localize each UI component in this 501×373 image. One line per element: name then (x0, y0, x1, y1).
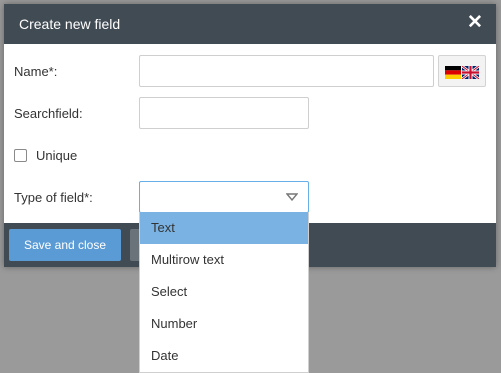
close-icon[interactable]: ✕ (464, 12, 486, 34)
dialog-title: Create new field (19, 16, 121, 32)
unique-label: Unique (36, 148, 78, 163)
language-toggle-button[interactable] (438, 55, 486, 87)
option-text[interactable]: Text (140, 212, 308, 244)
type-of-field-label: Type of field*: (14, 190, 93, 205)
save-and-close-button[interactable]: Save and close (9, 229, 121, 261)
searchfield-label: Searchfield: (14, 106, 83, 121)
type-of-field-dropdown: Text Multirow text Select Number Date (139, 212, 309, 373)
name-label: Name*: (14, 64, 58, 79)
searchfield-input[interactable] (139, 97, 309, 129)
unique-checkbox[interactable] (14, 149, 27, 162)
name-input[interactable] (139, 55, 434, 87)
chevron-down-icon (286, 193, 298, 201)
option-date[interactable]: Date (140, 340, 308, 372)
dialog-header: Create new field ✕ (4, 4, 496, 44)
option-number[interactable]: Number (140, 308, 308, 340)
option-multirow-text[interactable]: Multirow text (140, 244, 308, 276)
de-en-flag-icon (445, 66, 479, 79)
type-of-field-select[interactable] (139, 181, 309, 213)
option-select[interactable]: Select (140, 276, 308, 308)
